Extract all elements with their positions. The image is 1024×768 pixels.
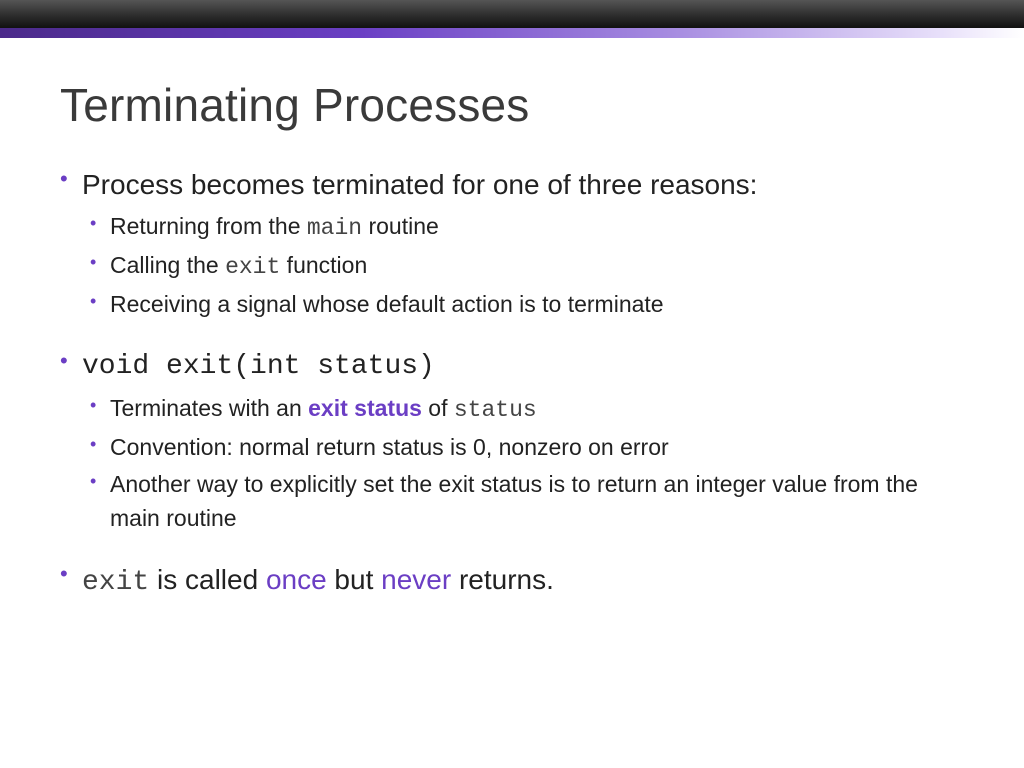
text-run: of [422, 395, 454, 421]
bullet-3: exit is called once but never returns. [60, 561, 964, 602]
bullet-2-sublist: Terminates with an exit status of status… [82, 392, 964, 535]
code-status: status [454, 397, 537, 423]
text-run: is called [149, 564, 266, 595]
bullet-2-sub-1: Terminates with an exit status of status [82, 392, 964, 427]
bullet-1-sub-1: Returning from the main routine [82, 210, 964, 245]
bullet-2-sub-2: Convention: normal return status is 0, n… [82, 431, 964, 464]
code-exit: exit [225, 254, 280, 280]
bullet-3-text: exit is called once but never returns. [82, 561, 964, 602]
bullet-1: Process becomes terminated for one of th… [60, 166, 964, 322]
bullet-list: Process becomes terminated for one of th… [60, 166, 964, 602]
bullet-1-sub-3: Receiving a signal whose default action … [82, 288, 964, 321]
text-run: but [327, 564, 381, 595]
emph-never: never [381, 564, 451, 595]
slide-body: Terminating Processes Process becomes te… [0, 38, 1024, 602]
bullet-1-text: Process becomes terminated for one of th… [82, 166, 964, 204]
text-run: routine [362, 213, 439, 239]
header-purple-bar [0, 28, 1024, 38]
bullet-1-sub-2: Calling the exit function [82, 249, 964, 284]
text-run: Returning from the [110, 213, 307, 239]
bullet-2-code: void exit(int status) [82, 348, 964, 386]
bullet-2-sub-3: Another way to explicitly set the exit s… [82, 468, 964, 535]
bullet-1-sublist: Returning from the main routine Calling … [82, 210, 964, 322]
slide-title: Terminating Processes [60, 78, 964, 132]
emph-once: once [266, 564, 327, 595]
header-dark-bar [0, 0, 1024, 28]
emph-exit-status: exit status [308, 395, 422, 421]
code-main: main [307, 215, 362, 241]
text-run: returns. [451, 564, 554, 595]
text-run: function [280, 252, 367, 278]
code-exit-2: exit [82, 567, 149, 598]
bullet-2: void exit(int status) Terminates with an… [60, 348, 964, 535]
text-run: Calling the [110, 252, 225, 278]
text-run: Terminates with an [110, 395, 308, 421]
